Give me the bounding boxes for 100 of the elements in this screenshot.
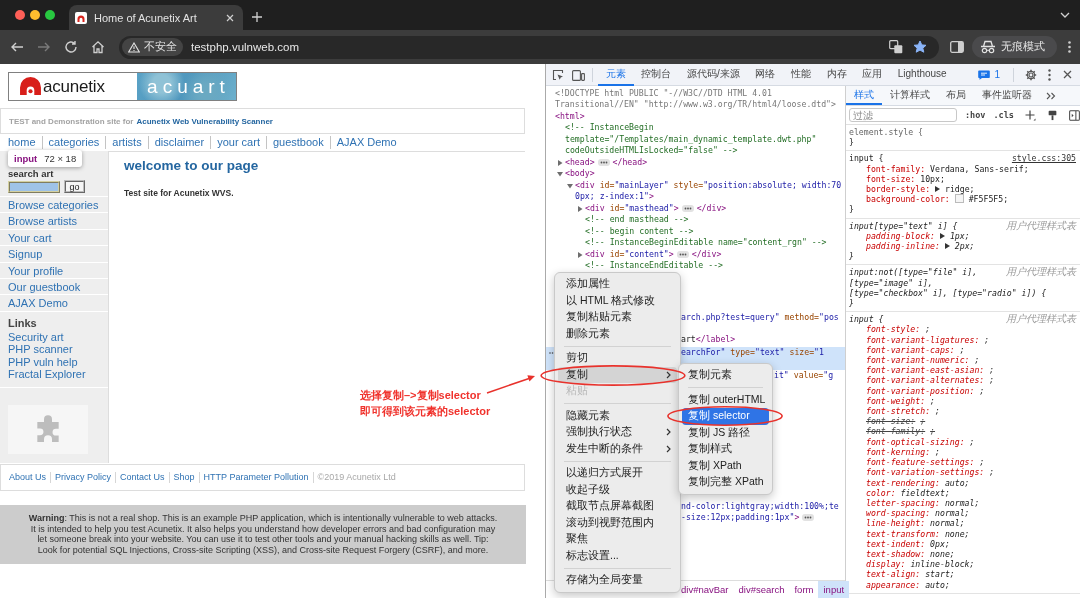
menu-item[interactable]: 收起子级 — [558, 481, 677, 498]
property-value[interactable]: ; — [989, 467, 995, 478]
property-name[interactable]: display: — [866, 559, 906, 570]
footer-link[interactable]: Privacy Policy — [50, 472, 116, 484]
sidebar-link[interactable]: AJAX Demo — [0, 294, 108, 311]
property-name[interactable]: text-shadow: — [866, 548, 926, 559]
property-value[interactable]: ; — [979, 457, 985, 468]
sidebar-link[interactable]: Browse categories — [0, 196, 108, 213]
address-bar[interactable]: 不安全 testphp.vulnweb.com — [119, 35, 939, 59]
security-chip[interactable]: 不安全 — [122, 38, 183, 56]
property-name[interactable]: font-variant-numeric: — [866, 355, 970, 366]
search-field[interactable] — [8, 180, 60, 193]
html-comment[interactable]: <!-- InstanceBegin template="/Templates/main_dynamic_template.dwt.php" codeOutsideHTMLIsLocked="false" --> — [565, 122, 845, 157]
property-value[interactable]: ; — [974, 355, 980, 366]
property-value[interactable]: 2px; — [954, 241, 975, 252]
closing-tag[interactable]: </head> — [612, 156, 648, 168]
property-value[interactable]: auto; — [944, 477, 970, 488]
property-name[interactable]: font-variant-east-asian: — [866, 365, 985, 376]
menu-item[interactable]: 截取节点屏幕截图 — [558, 498, 677, 515]
nav-link[interactable]: disclaimer — [147, 136, 211, 149]
property-value[interactable]: ; — [989, 375, 995, 386]
reload-icon[interactable] — [64, 40, 78, 54]
sidebar-link[interactable]: PHP vuln help — [8, 355, 108, 368]
nav-link[interactable]: your cart — [210, 136, 266, 149]
html-comment[interactable]: <!-- end masthead --> — [585, 214, 689, 226]
double-chevron-icon[interactable] — [1046, 91, 1056, 100]
star-icon[interactable] — [913, 40, 927, 54]
window-minimize-icon[interactable] — [30, 10, 40, 20]
property-value[interactable]: ; — [959, 344, 965, 355]
property-value[interactable]: ; — [920, 416, 926, 427]
menu-item[interactable]: 复制 XPath — [682, 457, 769, 474]
property-name[interactable]: background-color: — [866, 194, 950, 205]
element-tag[interactable]: arch.php?test=query" method="pos — [681, 311, 839, 322]
browser-tab[interactable]: Home of Acunetix Art — [69, 5, 243, 30]
sidebar-link[interactable]: PHP scanner — [8, 343, 108, 356]
ellipsis-icon[interactable] — [802, 513, 815, 521]
menu-item[interactable]: 复制 JS 路径 — [682, 424, 769, 441]
property-value[interactable]: 1px; — [949, 230, 970, 241]
html-comment[interactable]: <!-- InstanceEndEditable --> — [585, 260, 724, 272]
element-tag[interactable]: it" value="g — [774, 370, 834, 380]
color-swatch-icon[interactable] — [954, 194, 964, 204]
panel-tab[interactable]: 内存 — [818, 63, 855, 86]
property-value[interactable]: ; — [935, 446, 940, 457]
menu-item[interactable]: 复制完整 XPath — [682, 474, 769, 491]
property-name[interactable]: font-family: — [866, 426, 926, 437]
property-value[interactable]: Verdana, Sans-serif; — [930, 163, 1029, 174]
overlapping-squares-icon[interactable] — [889, 40, 903, 54]
property-name[interactable]: letter-spacing: — [866, 497, 940, 508]
settings-icon[interactable] — [1025, 68, 1037, 81]
source-link[interactable]: style.css:305 — [1011, 153, 1076, 164]
property-name[interactable]: font-feature-settings: — [866, 457, 975, 468]
nav-link[interactable]: artists — [105, 136, 148, 149]
property-value[interactable]: auto; — [925, 579, 950, 590]
menu-item[interactable]: 添加属性 — [558, 276, 677, 293]
property-value[interactable]: inline-block; — [910, 559, 975, 570]
kebab-menu-icon[interactable] — [1068, 41, 1071, 53]
property-name[interactable]: word-spacing: — [866, 508, 931, 519]
property-value[interactable]: ridge; — [944, 184, 975, 194]
panel-tab[interactable]: 控制台 — [633, 63, 680, 86]
property-name[interactable]: color: — [866, 487, 896, 498]
sidebar-link[interactable]: Fractal Explorer — [8, 367, 108, 381]
toggle-button[interactable]: .cls — [993, 110, 1014, 120]
menu-item[interactable]: 以递归方式展开 — [558, 465, 677, 482]
property-value[interactable]: normal; — [944, 497, 980, 508]
property-name[interactable]: padding-inline: — [866, 241, 940, 252]
brush-icon[interactable] — [1046, 109, 1058, 121]
property-name[interactable]: font-variant-ligatures: — [866, 334, 980, 345]
property-name[interactable]: font-style: — [866, 324, 921, 335]
menu-item[interactable]: 发生中断的条件 — [558, 440, 677, 457]
menu-item[interactable]: 标志设置... — [558, 547, 677, 564]
element-tag[interactable]: <head> — [565, 156, 595, 168]
devices-icon[interactable] — [572, 68, 585, 81]
property-value[interactable]: ; — [925, 324, 931, 335]
element-tag[interactable]: -size:12px;padding:1px"> — [681, 512, 800, 522]
sidebar-link[interactable]: Your profile — [0, 261, 108, 278]
nav-link[interactable]: categories — [41, 136, 106, 149]
ellipsis-icon[interactable] — [597, 159, 610, 166]
property-name[interactable]: font-variant-alternates: — [866, 375, 985, 386]
tagline-link[interactable]: Acunetix Web Vulnerability Scanner — [136, 116, 273, 126]
toggle-button[interactable]: :hov — [965, 110, 986, 120]
panel-tab[interactable]: 元素 — [598, 63, 634, 86]
panel-tab[interactable]: 网络 — [747, 63, 784, 86]
breadcrumb[interactable]: input — [818, 581, 850, 598]
panel-tab[interactable]: 应用 — [854, 63, 890, 86]
property-name[interactable]: font-stretch: — [866, 406, 931, 417]
property-value[interactable]: start; — [925, 569, 955, 580]
closing-tag[interactable]: </div> — [696, 202, 727, 214]
property-value[interactable]: ; — [984, 334, 990, 345]
more-dots-icon[interactable] — [549, 351, 556, 354]
triangle-down-icon[interactable] — [557, 171, 563, 177]
go-button[interactable]: go — [64, 180, 85, 193]
sidebar-link[interactable]: Signup — [0, 245, 108, 262]
property-name[interactable]: font-size: — [866, 173, 916, 184]
property-name[interactable]: font-family: — [866, 163, 926, 174]
plus-icon[interactable] — [1024, 109, 1036, 121]
sidebar-link[interactable]: Security art — [8, 330, 108, 344]
property-value[interactable]: 0px; — [930, 538, 950, 549]
property-value[interactable]: none; — [944, 528, 970, 539]
sidebar-link[interactable]: Our guestbook — [0, 277, 108, 295]
property-value[interactable]: ; — [979, 385, 985, 396]
